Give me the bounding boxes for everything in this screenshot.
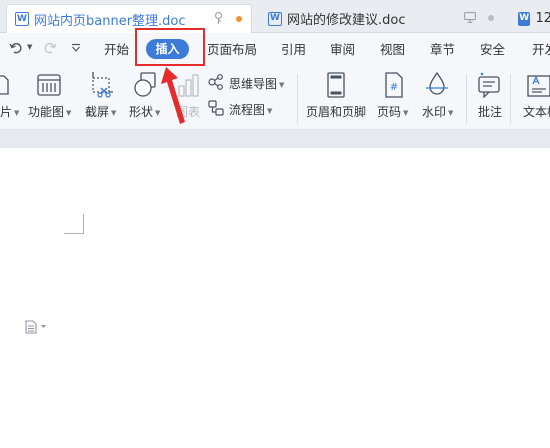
page-number-icon[interactable]: #: [385, 72, 403, 101]
word-doc-icon: W: [15, 12, 29, 26]
margin-corner-mark: [64, 214, 84, 234]
tab-title: 网站的修改建议.doc: [287, 13, 406, 28]
tab-document-banner[interactable]: W 网站内页banner整理.doc: [6, 4, 252, 33]
page-number-glyph: #: [390, 82, 398, 93]
monitor-icon[interactable]: [464, 12, 476, 26]
mindmap-label[interactable]: 思维导图 ▼: [229, 75, 284, 92]
comment-icon[interactable]: [478, 72, 500, 101]
flowchart-icon[interactable]: [208, 100, 224, 119]
undo-dropdown-icon[interactable]: ▼: [27, 43, 32, 51]
customize-quick-access-icon[interactable]: [71, 42, 81, 57]
function-chart-label[interactable]: 功能图 ▼: [28, 103, 71, 120]
flowchart-label[interactable]: 流程图 ▼: [229, 101, 272, 118]
watermark-label[interactable]: 水印 ▼: [422, 103, 453, 120]
insert-tab-highlight-box: [135, 28, 205, 66]
menu-tab-view[interactable]: 视图: [380, 33, 405, 66]
textbox-label[interactable]: 文本框: [523, 103, 550, 120]
unsaved-dot-icon: [236, 16, 242, 22]
document-tab-bar: W 网站内页banner整理.doc W 网站的修改建议.doc W 12: [0, 0, 550, 33]
undo-icon[interactable]: [9, 41, 23, 59]
textbox-icon[interactable]: [527, 72, 550, 101]
menu-tab-security[interactable]: 安全: [480, 33, 505, 66]
menu-tab-developer[interactable]: 开发: [532, 33, 550, 66]
ruler-strip: [0, 130, 550, 148]
document-page[interactable]: [0, 148, 550, 448]
redo-icon[interactable]: [43, 41, 57, 59]
paragraph-layout-icon[interactable]: [25, 320, 49, 337]
insert-ribbon: 片 ▼ 功能图 ▼ 截屏 ▼ 形状 ▼ 图表 思维导图 ▼ 流程图 ▼ 页眉和页脚 # 页码…: [0, 66, 550, 130]
menu-tab-page-layout[interactable]: 页面布局: [207, 33, 257, 66]
ribbon-divider: [510, 74, 511, 124]
mindmap-icon[interactable]: [208, 74, 224, 93]
tab-title: 12: [535, 11, 550, 26]
header-footer-icon[interactable]: [327, 72, 345, 101]
tab-status-dot-icon: [488, 15, 494, 21]
screenshot-label[interactable]: 截屏 ▼: [85, 103, 116, 120]
menu-tab-references[interactable]: 引用: [281, 33, 306, 66]
word-doc-icon: W: [518, 11, 531, 26]
pin-icon[interactable]: [214, 11, 223, 28]
annotation-arrow-icon: [161, 67, 185, 124]
header-footer-label[interactable]: 页眉和页脚: [306, 103, 366, 120]
menu-tab-section[interactable]: 章节: [430, 33, 455, 66]
tab-document-third[interactable]: W 12: [512, 4, 550, 33]
word-doc-icon: W: [268, 11, 282, 26]
function-chart-icon[interactable]: [37, 72, 61, 101]
tab-title: 网站内页banner整理.doc: [34, 13, 186, 29]
ribbon-divider: [297, 74, 298, 124]
comment-label[interactable]: 批注: [478, 103, 502, 120]
watermark-icon[interactable]: [425, 71, 449, 101]
menu-tab-review[interactable]: 审阅: [330, 33, 355, 66]
picture-label[interactable]: 片 ▼: [0, 103, 19, 120]
ribbon-divider: [466, 74, 467, 124]
shape-label[interactable]: 形状 ▼: [129, 103, 160, 120]
page-number-label[interactable]: 页码 ▼: [377, 103, 408, 120]
menu-bar: ▼ 开始 插入 页面布局 引用 审阅 视图 章节 安全 开发: [0, 33, 550, 66]
picture-icon[interactable]: [0, 74, 10, 99]
shape-icon[interactable]: [133, 72, 159, 101]
screenshot-icon[interactable]: [89, 72, 113, 101]
tab-document-suggestions[interactable]: W 网站的修改建议.doc: [262, 4, 502, 33]
menu-tab-home[interactable]: 开始: [104, 33, 129, 66]
